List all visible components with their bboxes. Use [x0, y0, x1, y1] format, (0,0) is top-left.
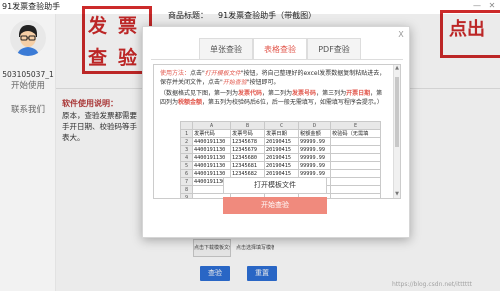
sheet-cell: 99999.99	[298, 161, 331, 170]
sheet-cell: 99999.99	[298, 145, 331, 154]
sheet-cell	[330, 193, 381, 198]
user-id: 503105037_1	[2, 70, 54, 79]
sheet-cell: 20190415	[264, 145, 299, 154]
sheet-cell: 20190415	[264, 153, 299, 162]
sheet-column-header: A	[192, 121, 231, 130]
sheet-row-number: 7	[180, 177, 193, 186]
sheet-cell	[330, 137, 381, 146]
verify-dialog: X 单张查验 表格查验 PDF查验 使用方法：点击"打开模板文件"按钮，将自己整…	[142, 26, 410, 238]
sheet-column-header: C	[264, 121, 299, 130]
sheet-row-number: 4	[180, 153, 193, 162]
sheet-cell: 4400191130	[192, 137, 231, 146]
sheet-cell: 4400191130	[192, 153, 231, 162]
sheet-column-header	[180, 121, 193, 130]
sheet-cell	[330, 177, 381, 186]
sheet-row-number: 9	[180, 193, 193, 198]
usage-text: 使用方法：点击"打开模板文件"按钮，将自己整理好的excel发票数据复制粘贴进去…	[160, 70, 386, 86]
sheet-cell	[330, 161, 381, 170]
sheet-cell: 20190415	[264, 161, 299, 170]
dialog-close-button[interactable]: X	[396, 30, 406, 40]
sheet-row-number: 5	[180, 161, 193, 170]
scroll-up-icon[interactable]: ▲	[394, 65, 400, 72]
sheet-row-number: 3	[180, 145, 193, 154]
sheet-cell: 99999.99	[298, 153, 331, 162]
sheet-cell: 发票号码	[230, 129, 265, 138]
sheet-cell: 20190415	[264, 137, 299, 146]
tab-pdf[interactable]: PDF查验	[307, 38, 361, 60]
sheet-row-number: 1	[180, 129, 193, 138]
sheet-cell: 发票代码	[192, 129, 231, 138]
avatar[interactable]	[10, 20, 46, 56]
user-avatar-icon	[10, 20, 46, 56]
sheet-row-number: 2	[180, 137, 193, 146]
sheet-row-number: 8	[180, 185, 193, 194]
sheet-row: 5 4400191130 12345681 20190415 99999.99	[180, 161, 381, 170]
sheet-row: 4 4400191130 12345680 20190415 99999.99	[180, 153, 381, 162]
sheet-cell: 12345678	[230, 137, 265, 146]
start-verify-button[interactable]: 开始查验	[223, 197, 327, 214]
sheet-cell: 校验码（无需填	[330, 129, 381, 138]
sidebar-item-start[interactable]: 开始使用	[0, 79, 56, 91]
sheet-cell: 税额金额	[298, 129, 331, 138]
scroll-thumb[interactable]	[395, 77, 399, 147]
sheet-cell: 99999.99	[298, 137, 331, 146]
sheet-cell: 4400191130	[192, 161, 231, 170]
tab-single[interactable]: 单张查验	[199, 38, 253, 60]
sheet-row: 3 4400191130 12345679 20190415 99999.99	[180, 145, 381, 154]
sheet-column-header: E	[330, 121, 381, 130]
sidebar: 503105037_1 开始使用 联系我们	[0, 14, 56, 291]
sheet-row: 1 发票代码 发票号码 发票日期 税额金额 校验码（无需填	[180, 129, 381, 138]
sheet-cell	[330, 169, 381, 178]
app-title: 91发票查验助手	[2, 2, 61, 11]
sheet-row: 2 4400191130 12345678 20190415 99999.99	[180, 137, 381, 146]
sheet-column-header: B	[230, 121, 265, 130]
sheet-cell	[330, 185, 381, 194]
open-template-button[interactable]: 打开模板文件	[223, 177, 327, 194]
sheet-cell: 12345680	[230, 153, 265, 162]
sheet-cell: 12345679	[230, 145, 265, 154]
format-note: （数据格式见下图，第一列为发票代码，第二列为发票号码，第三列为开票日期，第四列为…	[160, 90, 383, 106]
tab-divider	[151, 59, 403, 60]
sheet-cell: 4400191130	[192, 145, 231, 154]
sheet-cell	[330, 145, 381, 154]
sheet-row-number: 6	[180, 169, 193, 178]
sheet-cell: 12345681	[230, 161, 265, 170]
tab-table[interactable]: 表格查验	[253, 38, 307, 60]
sidebar-item-contact[interactable]: 联系我们	[0, 103, 56, 115]
scroll-down-icon[interactable]: ▼	[394, 191, 400, 198]
sheet-column-header: D	[298, 121, 331, 130]
sheet-cell: 发票日期	[264, 129, 299, 138]
sheet-cell	[330, 153, 381, 162]
scrollbar[interactable]: ▲ ▼	[393, 65, 400, 198]
